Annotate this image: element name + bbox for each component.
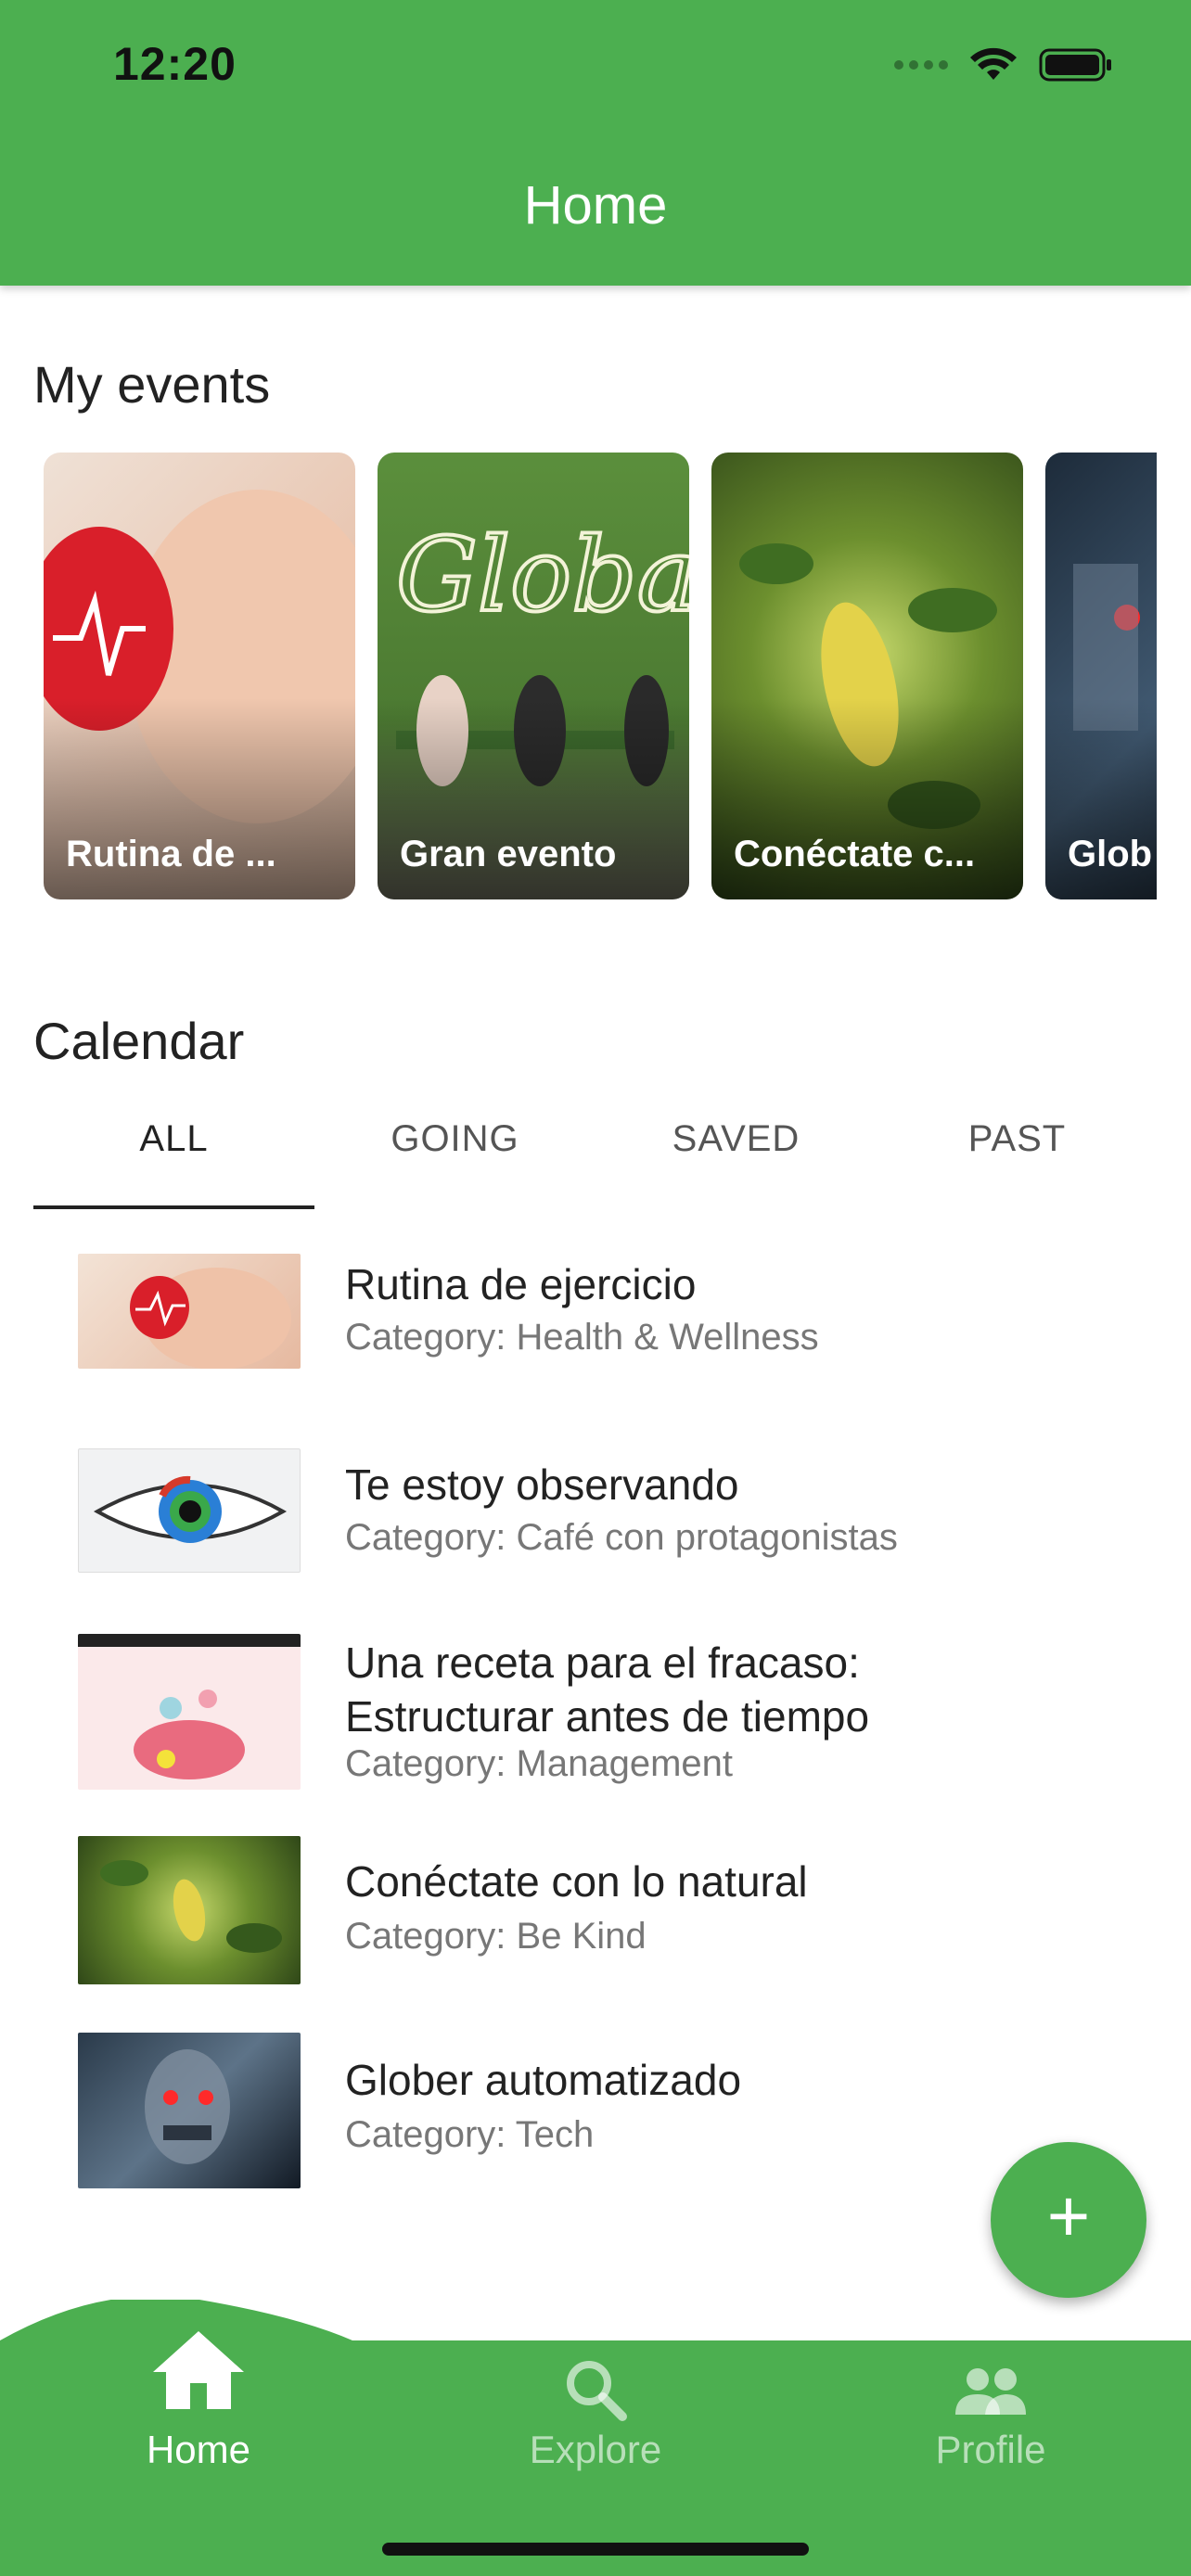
event-category: Category: Health & Wellness	[345, 1317, 819, 1358]
home-icon	[153, 2331, 244, 2409]
nav-profile-label: Profile	[935, 2428, 1046, 2471]
event-title: Una receta para el fracaso: Estructurar …	[345, 1636, 869, 1743]
add-event-button[interactable]: +	[991, 2142, 1146, 2298]
event-card[interactable]: Conéctate c...	[711, 453, 1023, 899]
event-thumbnail	[78, 1254, 301, 1369]
tab-all[interactable]: ALL	[33, 1105, 314, 1209]
tab-indicator	[33, 1205, 314, 1209]
event-thumbnail	[78, 1836, 301, 1984]
nav-home[interactable]: Home	[59, 2300, 338, 2485]
tab-going[interactable]: GOING	[314, 1105, 596, 1209]
list-item[interactable]: Una receta para el fracaso: Estructurar …	[0, 1628, 1191, 1814]
event-category: Category: Management	[345, 1743, 734, 1784]
list-item[interactable]: Rutina de ejercicio Category: Health & W…	[0, 1233, 1191, 1419]
people-icon	[955, 2368, 1026, 2415]
nav-home-label: Home	[146, 2428, 251, 2471]
event-title-line: Estructurar antes de tiempo	[345, 1692, 870, 1741]
my-events-title: My events	[33, 355, 271, 414]
search-icon	[567, 2361, 627, 2421]
list-item[interactable]: Te estoy observando Category: Café con p…	[0, 1434, 1191, 1619]
tab-past[interactable]: PAST	[877, 1105, 1158, 1209]
event-card-label: Conéctate c...	[734, 834, 976, 874]
nav-explore-label: Explore	[529, 2428, 662, 2471]
event-thumbnail	[78, 2033, 301, 2188]
event-card-label: Glob	[1068, 834, 1153, 874]
wifi-icon	[970, 47, 1017, 80]
nav-profile[interactable]: Profile	[852, 2300, 1130, 2485]
calendar-tabs: ALL GOING SAVED PAST	[33, 1105, 1158, 1209]
home-indicator	[382, 2543, 809, 2556]
event-category: Category: Be Kind	[345, 1916, 647, 1957]
event-title: Glober automatizado	[345, 2056, 742, 2104]
event-category: Category: Tech	[345, 2114, 595, 2155]
list-item[interactable]: Conéctate con lo natural Category: Be Ki…	[0, 1836, 1191, 2021]
tab-saved[interactable]: SAVED	[596, 1105, 877, 1209]
status-time: 12:20	[113, 38, 237, 90]
event-thumbnail	[78, 1634, 301, 1790]
event-thumbnail	[78, 1448, 301, 1573]
event-card-label: Gran evento	[400, 834, 617, 874]
status-icons	[894, 46, 1113, 83]
signal-icon	[894, 60, 948, 70]
event-title: Conéctate con lo natural	[345, 1857, 808, 1906]
bottom-navigation: Home Explore Profile	[0, 2300, 1191, 2576]
battery-icon	[1039, 48, 1111, 82]
event-card[interactable]: Glob	[1045, 453, 1157, 899]
nav-explore[interactable]: Explore	[456, 2300, 735, 2485]
event-card[interactable]: Globa Gran evento	[378, 453, 689, 899]
app-bar: 12:20 Home	[0, 0, 1191, 286]
event-title-line: Una receta para el fracaso:	[345, 1639, 860, 1687]
event-title: Rutina de ejercicio	[345, 1260, 697, 1308]
event-card[interactable]: Rutina de ...	[44, 453, 355, 899]
my-events-carousel[interactable]: Rutina de ... Globa Gran evento Conéctat…	[44, 453, 1157, 899]
calendar-title: Calendar	[33, 1012, 245, 1070]
event-card-label: Rutina de ...	[66, 834, 276, 874]
page-title: Home	[523, 175, 668, 236]
event-title: Te estoy observando	[345, 1460, 739, 1509]
event-category: Category: Café con protagonistas	[345, 1517, 898, 1558]
